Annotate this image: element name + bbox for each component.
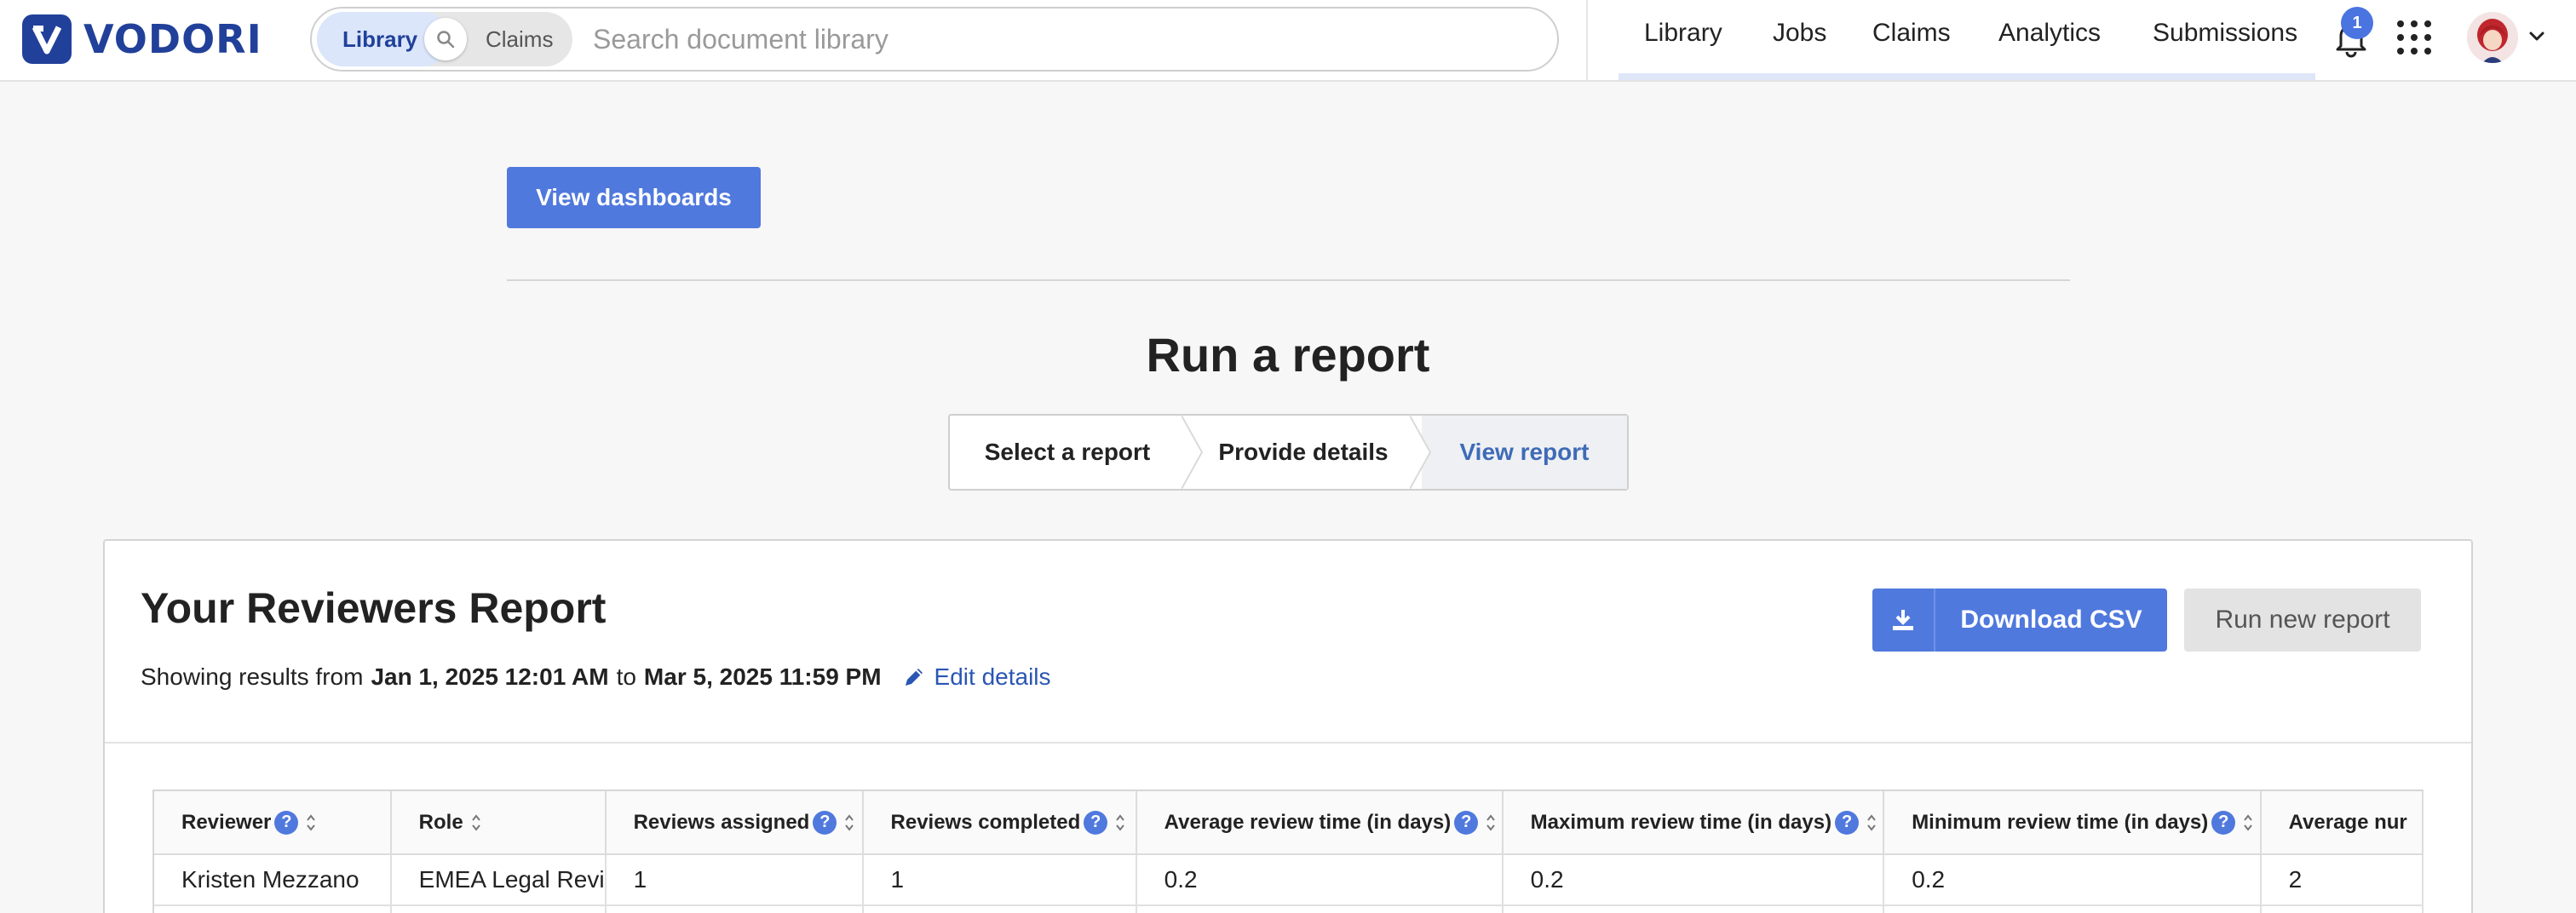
- range-to: to: [616, 663, 636, 690]
- range-prefix: Showing results from: [141, 663, 364, 690]
- sort-icon[interactable]: [1485, 813, 1497, 832]
- card-divider: [105, 742, 2471, 744]
- sort-icon[interactable]: [2242, 813, 2254, 832]
- table-row[interactable]: Kristen Mezzano EMEA Legal Revi 1 1 0.2 …: [154, 854, 2424, 906]
- nav-divider: [1586, 0, 1588, 80]
- notification-badge[interactable]: 1: [2341, 7, 2373, 39]
- cell-maximum-review-time: 0.2: [1502, 854, 1885, 906]
- nav-claims[interactable]: Claims: [1872, 19, 1951, 48]
- range-start: Jan 1, 2025 12:01 AM: [371, 663, 609, 690]
- step-select-report[interactable]: Select a report: [950, 416, 1185, 489]
- report-date-range: Showing results from Jan 1, 2025 12:01 A…: [141, 663, 1051, 691]
- scope-claims[interactable]: Claims: [486, 12, 553, 66]
- help-icon[interactable]: ?: [813, 810, 837, 835]
- pencil-icon: [905, 669, 923, 686]
- cell-reviews-completed: 1: [862, 854, 1137, 906]
- search-icon[interactable]: [424, 18, 467, 60]
- col-header-minimum-review-time[interactable]: Minimum review time (in days)?: [1883, 791, 2262, 855]
- brand-name: VODORI: [83, 16, 262, 62]
- help-icon[interactable]: ?: [2211, 810, 2236, 835]
- nav-analytics[interactable]: Analytics: [1998, 19, 2101, 48]
- nav-active-underline: [1619, 73, 2315, 80]
- col-header-role[interactable]: Role: [390, 791, 607, 855]
- col-header-maximum-review-time[interactable]: Maximum review time (in days)?: [1502, 791, 1885, 855]
- search-scope-toggle[interactable]: Library Claims: [317, 12, 572, 66]
- edit-details-link[interactable]: Edit details: [902, 663, 1051, 691]
- report-stepper: Select a report Provide details View rep…: [948, 414, 1629, 491]
- report-card: Your Reviewers Report Showing results fr…: [103, 539, 2473, 913]
- help-icon[interactable]: ?: [1835, 810, 1860, 835]
- edit-details-label: Edit details: [934, 663, 1051, 690]
- search-input[interactable]: [593, 23, 1513, 55]
- col-header-average-review-time[interactable]: Average review time (in days)?: [1136, 791, 1504, 855]
- apps-grid-icon[interactable]: [2397, 20, 2431, 55]
- download-icon: [1872, 589, 1935, 652]
- sort-icon[interactable]: [1114, 813, 1126, 832]
- cell-reviews-assigned: 1: [605, 854, 864, 906]
- download-csv-label: Download CSV: [1960, 606, 2142, 634]
- sort-icon[interactable]: [1866, 813, 1877, 832]
- nav-library[interactable]: Library: [1644, 19, 1722, 48]
- sort-icon[interactable]: [843, 813, 855, 832]
- nav-submissions[interactable]: Submissions: [2153, 19, 2297, 48]
- run-new-report-button[interactable]: Run new report: [2184, 589, 2421, 652]
- step-separator-icon: [1410, 416, 1432, 489]
- help-icon[interactable]: ?: [274, 810, 299, 835]
- table-header-row: Reviewer? Role Reviews assigned? Reviews…: [154, 791, 2424, 855]
- page-title: Run a report: [1146, 328, 1430, 382]
- reviewers-table[interactable]: Reviewer? Role Reviews assigned? Reviews…: [152, 790, 2424, 913]
- help-icon[interactable]: ?: [1084, 810, 1108, 835]
- sort-icon[interactable]: [470, 813, 482, 832]
- cell-average-number: 2: [2260, 854, 2424, 906]
- step-provide-details[interactable]: Provide details: [1197, 416, 1410, 489]
- vodori-logo[interactable]: VODORI: [22, 14, 262, 65]
- cell-minimum-review-time: 0.2: [1883, 854, 2262, 906]
- sort-icon[interactable]: [305, 813, 317, 832]
- avatar[interactable]: [2467, 12, 2518, 63]
- view-dashboards-button[interactable]: View dashboards: [507, 167, 761, 228]
- col-header-reviews-completed[interactable]: Reviews completed?: [862, 791, 1137, 855]
- col-header-reviews-assigned[interactable]: Reviews assigned?: [605, 791, 864, 855]
- table-row[interactable]: [154, 905, 2424, 913]
- cell-average-review-time: 0.2: [1136, 854, 1504, 906]
- top-bar: VODORI Library Claims Library Jobs Claim…: [0, 0, 2576, 82]
- cell-role: EMEA Legal Revi: [390, 854, 607, 906]
- col-header-average-number[interactable]: Average nur: [2260, 791, 2424, 855]
- cell-reviewer: Kristen Mezzano: [154, 854, 392, 906]
- help-icon[interactable]: ?: [1454, 810, 1479, 835]
- search-bar: Library Claims: [310, 7, 1559, 72]
- download-csv-button[interactable]: Download CSV: [1872, 589, 2167, 652]
- report-title: Your Reviewers Report: [141, 584, 607, 632]
- logo-mark-icon: [22, 14, 72, 64]
- section-divider: [507, 279, 2070, 281]
- nav-jobs[interactable]: Jobs: [1773, 19, 1826, 48]
- step-view-report[interactable]: View report: [1422, 416, 1627, 489]
- col-header-reviewer[interactable]: Reviewer?: [154, 791, 392, 855]
- chevron-down-icon[interactable]: [2527, 26, 2547, 46]
- range-end: Mar 5, 2025 11:59 PM: [643, 663, 882, 690]
